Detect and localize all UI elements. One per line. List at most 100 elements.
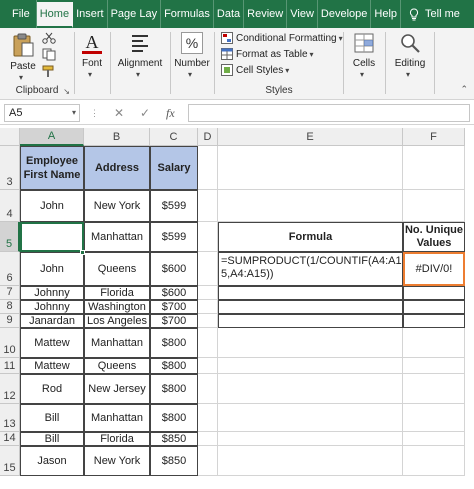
table-cell[interactable]: Washington	[84, 300, 150, 314]
grid-cell[interactable]	[218, 358, 403, 374]
table-cell[interactable]: $700	[150, 300, 198, 314]
table-header-cell[interactable]: Employee First Name	[20, 146, 84, 190]
grid-cell[interactable]	[198, 222, 218, 252]
column-header-f[interactable]: F	[403, 128, 465, 146]
grid-cell[interactable]	[403, 404, 465, 432]
font-group[interactable]: A Font ▾	[75, 28, 109, 100]
tell-me-search[interactable]: Tell me	[401, 0, 463, 28]
formula-table-cell[interactable]	[218, 286, 403, 300]
select-all-corner[interactable]	[0, 128, 20, 146]
tab-formulas[interactable]: Formulas	[161, 0, 214, 28]
table-cell[interactable]: Jason	[20, 446, 84, 476]
table-cell[interactable]: New Jersey	[84, 374, 150, 404]
enter-icon[interactable]: ✓	[140, 106, 150, 120]
grid-cell[interactable]	[198, 300, 218, 314]
row-header-5[interactable]: 5	[0, 222, 20, 252]
search-icon[interactable]	[463, 0, 474, 28]
tab-insert[interactable]: Insert	[73, 0, 108, 28]
table-cell[interactable]	[20, 222, 84, 252]
grid-cell[interactable]	[218, 328, 403, 358]
column-header-a[interactable]: A	[20, 128, 84, 146]
table-cell[interactable]: $850	[150, 446, 198, 476]
grid-cell[interactable]	[198, 190, 218, 222]
table-cell[interactable]: Rod	[20, 374, 84, 404]
table-cell[interactable]: Manhattan	[84, 404, 150, 432]
table-cell[interactable]: John	[20, 190, 84, 222]
result-table-cell[interactable]	[403, 314, 465, 328]
grid-cell[interactable]	[403, 146, 465, 190]
grid-cell[interactable]	[198, 328, 218, 358]
result-table-cell[interactable]	[403, 300, 465, 314]
tab-file[interactable]: File	[0, 0, 37, 28]
row-header-11[interactable]: 11	[0, 358, 20, 374]
grid-cell[interactable]	[198, 374, 218, 404]
table-cell[interactable]: Bill	[20, 404, 84, 432]
column-header-c[interactable]: C	[150, 128, 198, 146]
table-cell[interactable]: Mattew	[20, 328, 84, 358]
collapse-ribbon-icon[interactable]: ⌃	[460, 84, 468, 95]
tab-page-layout[interactable]: Page Lay	[108, 0, 162, 28]
grid-cell[interactable]	[218, 446, 403, 476]
table-cell[interactable]: $600	[150, 286, 198, 300]
table-cell[interactable]: Manhattan	[84, 222, 150, 252]
table-cell[interactable]: $599	[150, 190, 198, 222]
table-header-cell[interactable]: Address	[84, 146, 150, 190]
grid-cell[interactable]	[198, 404, 218, 432]
table-cell[interactable]: Janardan	[20, 314, 84, 328]
insert-function-icon[interactable]: fx	[166, 106, 175, 121]
row-header-3[interactable]: 3	[0, 146, 20, 190]
name-box[interactable]: A5 ▾	[4, 104, 80, 122]
column-header-e[interactable]: E	[218, 128, 403, 146]
table-cell[interactable]: Los Angeles	[84, 314, 150, 328]
dialog-launcher-icon[interactable]: ↘	[63, 87, 70, 96]
row-header-6[interactable]: 6	[0, 252, 20, 286]
grid-cell[interactable]	[198, 146, 218, 190]
tab-help[interactable]: Help	[371, 0, 402, 28]
row-header-4[interactable]: 4	[0, 190, 20, 222]
formula-input[interactable]	[188, 104, 470, 122]
row-header-9[interactable]: 9	[0, 314, 20, 328]
conditional-formatting-button[interactable]: Conditional Formatting ▾	[221, 31, 345, 45]
grid-cell[interactable]	[403, 446, 465, 476]
editing-group[interactable]: Editing ▾	[386, 28, 434, 100]
table-cell[interactable]: Johnny	[20, 286, 84, 300]
cells-group[interactable]: Cells ▾	[344, 28, 384, 100]
grid-cell[interactable]	[198, 286, 218, 300]
table-cell[interactable]: New York	[84, 446, 150, 476]
format-as-table-button[interactable]: Format as Table ▾	[221, 47, 345, 61]
grid-cell[interactable]	[218, 374, 403, 404]
tab-developer[interactable]: Develope	[318, 0, 372, 28]
formula-table-cell[interactable]	[218, 314, 403, 328]
grid-cell[interactable]	[198, 252, 218, 286]
table-cell[interactable]: Florida	[84, 286, 150, 300]
grid-cell[interactable]	[198, 446, 218, 476]
row-header-15[interactable]: 15	[0, 446, 20, 476]
tab-home[interactable]: Home	[36, 2, 74, 28]
table-cell[interactable]: $800	[150, 328, 198, 358]
table-cell[interactable]: $800	[150, 404, 198, 432]
cut-icon[interactable]	[42, 32, 56, 44]
table-cell[interactable]: Manhattan	[84, 328, 150, 358]
row-header-13[interactable]: 13	[0, 404, 20, 432]
grid-cell[interactable]	[403, 374, 465, 404]
table-cell[interactable]: $850	[150, 432, 198, 446]
result-cell[interactable]: #DIV/0!	[403, 252, 465, 286]
row-header-12[interactable]: 12	[0, 374, 20, 404]
table-cell[interactable]: Queens	[84, 252, 150, 286]
grid-cell[interactable]	[218, 190, 403, 222]
table-cell[interactable]: New York	[84, 190, 150, 222]
grid-cell[interactable]	[403, 358, 465, 374]
column-header-d[interactable]: D	[198, 128, 218, 146]
table-cell[interactable]: Johnny	[20, 300, 84, 314]
grid-cell[interactable]	[218, 146, 403, 190]
cell-styles-button[interactable]: Cell Styles ▾	[221, 63, 345, 77]
table-cell[interactable]: Mattew	[20, 358, 84, 374]
table-cell[interactable]: $700	[150, 314, 198, 328]
table-cell[interactable]: Queens	[84, 358, 150, 374]
grid-cell[interactable]	[198, 358, 218, 374]
cancel-icon[interactable]: ✕	[114, 106, 124, 120]
grid-cell[interactable]	[218, 404, 403, 432]
table-cell[interactable]: $600	[150, 252, 198, 286]
grid-cell[interactable]	[198, 432, 218, 446]
table-header-cell[interactable]: Salary	[150, 146, 198, 190]
